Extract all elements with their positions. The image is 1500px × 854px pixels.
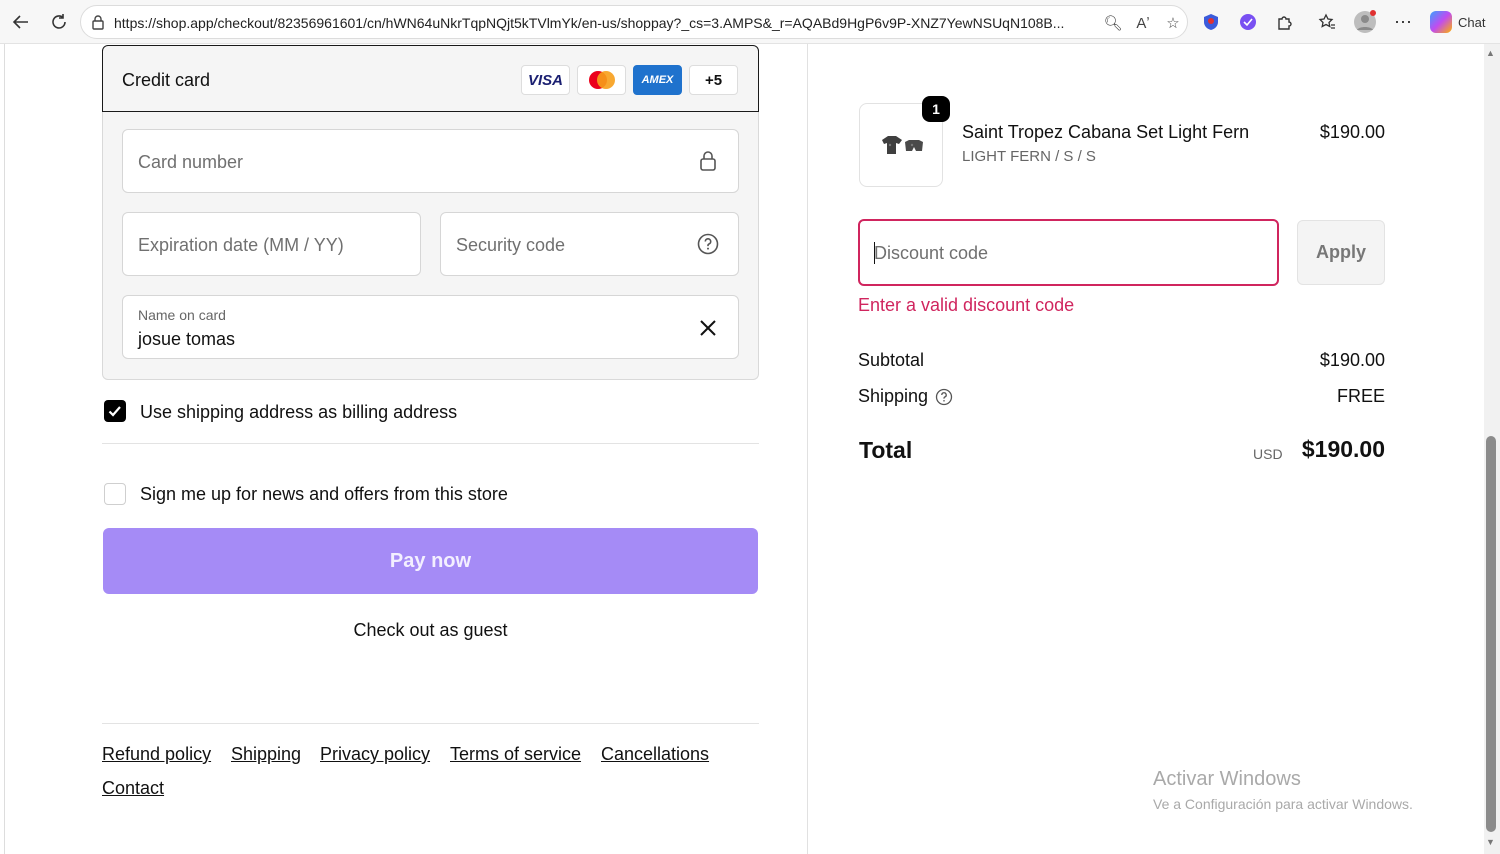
total-value: $190.00 [1301, 436, 1385, 462]
copilot-icon [1430, 11, 1452, 33]
windows-activation-title: Activar Windows [1153, 768, 1301, 790]
discount-code-placeholder: Discount code [874, 243, 989, 263]
card-number-placeholder: Card number [138, 152, 244, 172]
quantity-badge: 1 [922, 96, 950, 122]
pay-now-button[interactable]: Pay now [103, 528, 758, 594]
credit-card-option[interactable]: Credit card VISA AMEX +5 [102, 45, 759, 112]
visa-logo: VISA [521, 65, 570, 95]
expiration-placeholder: Expiration date (MM / YY) [138, 235, 344, 255]
refund-policy-link[interactable]: Refund policy [102, 744, 211, 765]
scroll-up-arrow-icon[interactable]: ▲ [1486, 48, 1495, 58]
contact-link[interactable]: Contact [102, 778, 164, 799]
card-number-field[interactable]: Card number [122, 129, 739, 193]
privacy-policy-link[interactable]: Privacy policy [320, 744, 430, 765]
card-form: Card number Expiration date (MM / YY) Se… [102, 112, 759, 380]
checkmark-icon [108, 406, 121, 417]
chat-label: Chat [1458, 14, 1486, 30]
discount-error-message: Enter a valid discount code [858, 295, 1075, 315]
zoom-icon[interactable]: 🔍︎ [1103, 13, 1123, 33]
browser-toolbar: https://shop.app/checkout/82356961601/cn… [0, 0, 1500, 44]
more-brands-badge: +5 [689, 65, 738, 95]
product-price: $190.00 [1319, 122, 1385, 142]
name-on-card-field[interactable]: Name on card josue tomas [122, 295, 739, 359]
amex-logo: AMEX [633, 65, 682, 95]
url-text[interactable]: https://shop.app/checkout/82356961601/cn… [114, 15, 1074, 31]
more-menu-icon[interactable]: ⋯ [1388, 7, 1418, 37]
copilot-chat-button[interactable]: Chat [1424, 6, 1496, 38]
extensions-puzzle-icon[interactable] [1270, 7, 1300, 37]
subtotal-value: $190.00 [1319, 350, 1385, 370]
product-variant: LIGHT FERN / S / S [962, 148, 1096, 165]
payment-method-title: Credit card [122, 70, 211, 90]
profile-avatar-icon[interactable] [1350, 7, 1380, 37]
back-icon[interactable] [6, 7, 36, 37]
terms-of-service-link[interactable]: Terms of service [450, 744, 581, 765]
scrollbar-thumb[interactable] [1486, 436, 1496, 832]
extension-purple-icon[interactable] [1233, 7, 1263, 37]
subtotal-label: Subtotal [858, 350, 925, 370]
footer-divider [102, 723, 759, 724]
column-divider [807, 44, 808, 854]
newsletter-label: Sign me up for news and offers from this… [140, 484, 508, 504]
apply-discount-button[interactable]: Apply [1297, 220, 1385, 285]
help-circle-icon[interactable] [697, 233, 719, 255]
clear-icon[interactable] [697, 317, 719, 339]
name-on-card-label: Name on card [138, 307, 226, 323]
read-aloud-icon[interactable]: Aʼ [1133, 13, 1153, 33]
discount-code-input[interactable]: Discount code [858, 219, 1279, 286]
security-code-field[interactable]: Security code [440, 212, 739, 276]
refresh-icon[interactable] [44, 7, 74, 37]
check-out-as-guest-link[interactable]: Check out as guest [103, 620, 758, 641]
checkout-page: Credit card VISA AMEX +5 Card number Exp… [0, 44, 1500, 854]
lock-icon [92, 15, 104, 30]
extension-shield-icon[interactable] [1196, 7, 1226, 37]
expiration-date-field[interactable]: Expiration date (MM / YY) [122, 212, 421, 276]
shipping-link[interactable]: Shipping [231, 744, 301, 765]
name-on-card-value: josue tomas [138, 329, 236, 349]
divider-line [102, 443, 759, 444]
text-caret [874, 242, 875, 264]
mastercard-logo [577, 65, 626, 95]
scroll-down-arrow-icon[interactable]: ▼ [1486, 837, 1495, 847]
cancellations-link[interactable]: Cancellations [601, 744, 709, 765]
total-label: Total [859, 437, 913, 463]
shipping-label: Shipping [858, 386, 929, 406]
windows-activation-subtitle: Ve a Configuración para activar Windows. [1153, 796, 1413, 812]
total-currency: USD [1253, 446, 1283, 462]
favorite-star-icon[interactable]: ☆ [1163, 13, 1183, 33]
lock-icon [700, 151, 716, 171]
address-bar[interactable]: https://shop.app/checkout/82356961601/cn… [80, 5, 1188, 39]
billing-address-checkbox[interactable] [104, 400, 126, 422]
shipping-value: FREE [1336, 386, 1385, 406]
billing-address-label: Use shipping address as billing address [140, 402, 458, 422]
newsletter-checkbox[interactable] [104, 483, 126, 505]
product-name: Saint Tropez Cabana Set Light Fern [962, 122, 1250, 142]
security-code-placeholder: Security code [456, 235, 566, 255]
favorites-icon[interactable] [1312, 7, 1342, 37]
page-edge [4, 44, 5, 854]
shipping-help-icon[interactable] [935, 388, 953, 406]
